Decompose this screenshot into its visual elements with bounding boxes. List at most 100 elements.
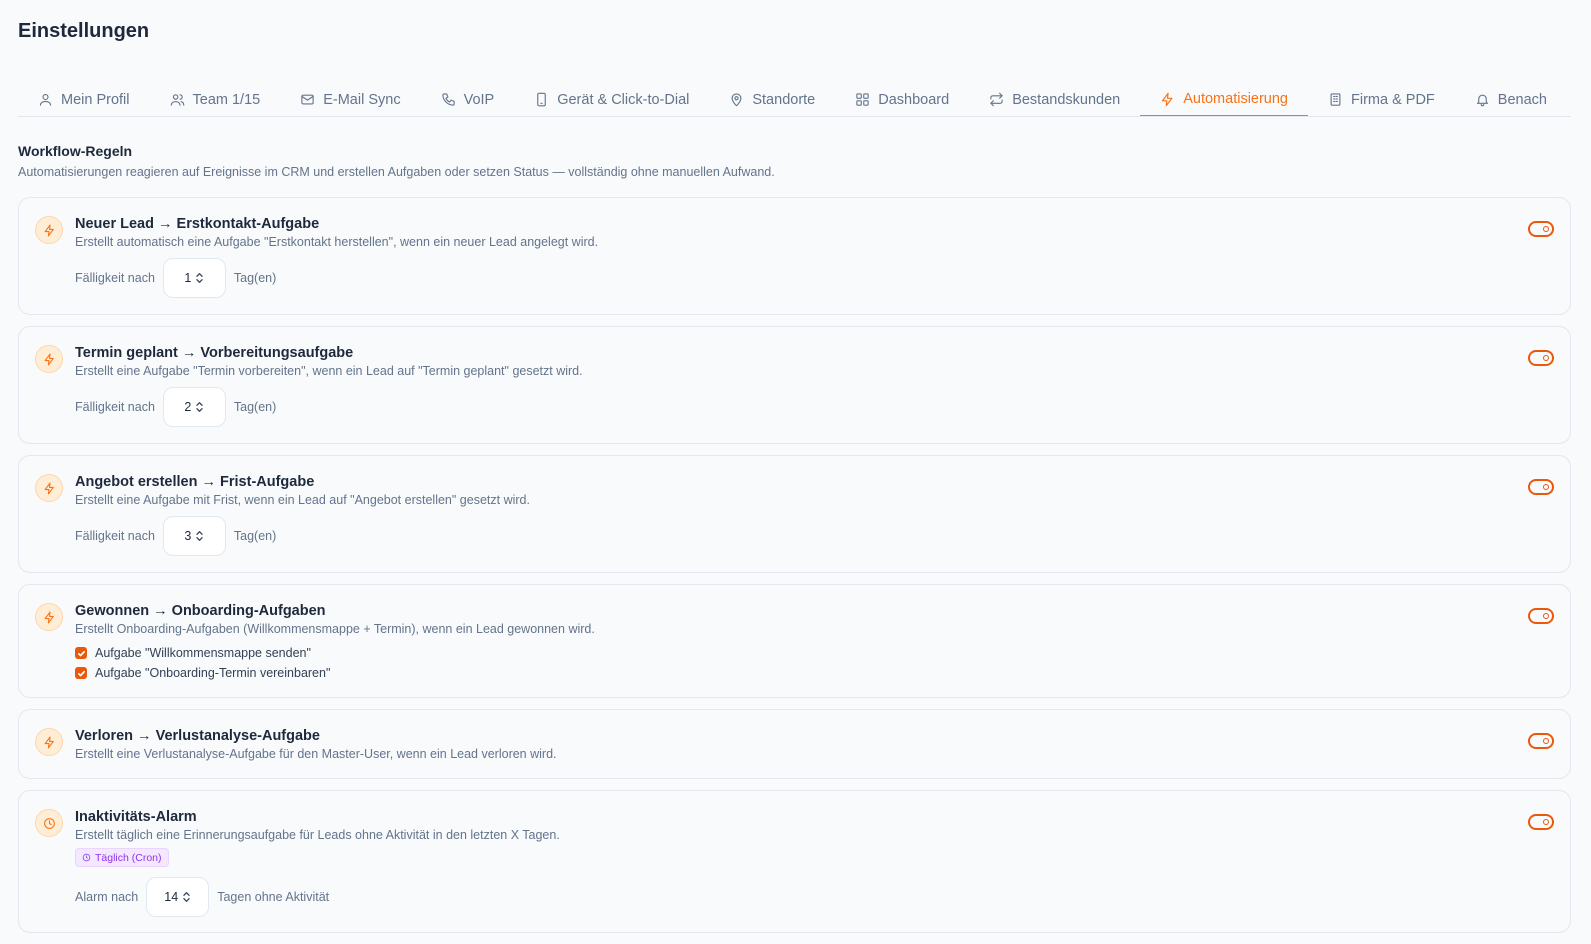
tab-label: Team 1/15 <box>192 91 261 108</box>
rule-description: Erstellt täglich eine Erinnerungsaufgabe… <box>75 828 560 842</box>
check-icon <box>77 670 85 676</box>
rule-description: Erstellt eine Aufgabe "Termin vorbereite… <box>75 364 583 378</box>
tab-label: E-Mail Sync <box>323 91 401 108</box>
tab-automatisierung[interactable]: Automatisierung <box>1140 78 1308 116</box>
rule-card-verloren: Verloren → Verlustanalyse-Aufgabe Erstel… <box>18 709 1571 779</box>
tab-label: Mein Profil <box>61 91 130 108</box>
cron-badge-label: Täglich (Cron) <box>95 851 162 864</box>
toggle-knob <box>1543 738 1549 744</box>
toggle-knob <box>1543 484 1549 490</box>
bell-icon <box>1476 94 1488 107</box>
rule-toggle[interactable] <box>1528 350 1554 366</box>
rule-toggle[interactable] <box>1528 814 1554 830</box>
tab-dashboard[interactable]: Dashboard <box>835 78 969 116</box>
check-row-willkommensmappe[interactable]: Aufgabe "Willkommensmappe senden" <box>75 646 311 660</box>
due-label: Fälligkeit nach <box>75 529 155 543</box>
smartphone-icon <box>537 92 547 107</box>
tab-label: Standorte <box>752 91 816 108</box>
rule-toggle[interactable] <box>1528 733 1554 749</box>
tab-label: VoIP <box>463 91 495 108</box>
rule-description: Erstellt automatisch eine Aufgabe "Erstk… <box>75 235 599 249</box>
rule-card-inaktivitaets-alarm: Inaktivitäts-Alarm Erstellt täglich eine… <box>18 790 1571 933</box>
alarm-days-stepper[interactable]: 14 <box>146 877 210 917</box>
tab-label: Dashboard <box>878 91 950 108</box>
clock-icon <box>35 809 63 837</box>
due-days-value: 3 <box>184 529 192 543</box>
zap-icon <box>35 474 63 502</box>
tab-bestandskunden[interactable]: Bestandskunden <box>969 78 1140 116</box>
toggle-knob <box>1543 613 1549 619</box>
due-days-stepper[interactable]: 3 <box>162 516 226 556</box>
tab-voip[interactable]: VoIP <box>421 78 515 116</box>
rule-card-gewonnen: Gewonnen → Onboarding-Aufgaben Erstellt … <box>18 584 1571 698</box>
tab-firma-pdf[interactable]: Firma & PDF <box>1308 78 1455 116</box>
due-label: Fälligkeit nach <box>75 271 155 285</box>
stepper-arrows-icon <box>196 273 204 283</box>
building-icon <box>1330 93 1341 106</box>
tab-mein-profil[interactable]: Mein Profil <box>18 78 150 116</box>
toggle-knob <box>1543 226 1549 232</box>
tab-label: Bestandskunden <box>1012 91 1121 108</box>
due-unit: Tag(en) <box>233 400 277 414</box>
rule-title: Gewonnen → Onboarding-Aufgaben <box>75 603 326 619</box>
due-days-stepper[interactable]: 2 <box>162 387 226 427</box>
rule-title: Inaktivitäts-Alarm <box>75 809 197 825</box>
zap-icon <box>35 728 63 756</box>
due-field-row: Fälligkeit nach 3 Tag(en) <box>75 516 276 556</box>
rule-description: Erstellt Onboarding-Aufgaben (Willkommen… <box>75 622 595 636</box>
rule-title: Verloren → Verlustanalyse-Aufgabe <box>75 728 320 744</box>
rule-title: Termin geplant → Vorbereitungsaufgabe <box>75 345 354 361</box>
phone-icon <box>441 93 455 106</box>
tab-geraet-click-to-dial[interactable]: Gerät & Click-to-Dial <box>514 78 709 116</box>
rule-toggle[interactable] <box>1528 608 1554 624</box>
zap-icon <box>35 345 63 373</box>
toggle-knob <box>1543 355 1549 361</box>
stepper-arrows-icon <box>196 402 204 412</box>
due-label: Fälligkeit nach <box>75 400 155 414</box>
checkbox-onboarding-termin[interactable] <box>75 667 87 679</box>
tab-team[interactable]: Team 1/15 <box>150 78 281 116</box>
rule-card-termin-geplant: Termin geplant → Vorbereitungsaufgabe Er… <box>18 326 1571 444</box>
rule-description: Erstellt eine Aufgabe mit Frist, wenn ei… <box>75 493 530 507</box>
tab-label: Gerät & Click-to-Dial <box>557 91 690 108</box>
rule-toggle[interactable] <box>1528 221 1554 237</box>
rule-toggle[interactable] <box>1528 479 1554 495</box>
map-pin-icon <box>731 93 742 107</box>
check-label: Aufgabe "Onboarding-Termin vereinbaren" <box>95 666 331 680</box>
due-field-row: Fälligkeit nach 1 Tag(en) <box>75 258 276 298</box>
check-icon <box>77 650 85 656</box>
stepper-arrows-icon <box>196 531 204 541</box>
zap-icon <box>35 603 63 631</box>
check-row-onboarding-termin[interactable]: Aufgabe "Onboarding-Termin vereinbaren" <box>75 666 330 680</box>
rule-card-neuer-lead: Neuer Lead → Erstkontakt-Aufgabe Erstell… <box>18 197 1571 315</box>
rule-description: Erstellt eine Verlustanalyse-Aufgabe für… <box>75 747 557 761</box>
tab-benachrichtigungen[interactable]: Benach <box>1455 78 1567 116</box>
rule-card-angebot-erstellen: Angebot erstellen → Frist-Aufgabe Erstel… <box>18 455 1571 573</box>
tab-label: Automatisierung <box>1183 91 1288 107</box>
tab-label: Firma & PDF <box>1351 91 1435 108</box>
section-title: Workflow-Regeln <box>18 143 133 159</box>
due-days-value: 1 <box>184 271 192 285</box>
settings-tabs: Mein Profil Team 1/15 E-Mail Sync VoIP G… <box>18 78 1571 117</box>
toggle-knob <box>1543 819 1549 825</box>
user-icon <box>39 93 52 106</box>
users-icon <box>170 94 184 106</box>
check-label: Aufgabe "Willkommensmappe senden" <box>95 646 311 660</box>
due-field-row: Fälligkeit nach 2 Tag(en) <box>75 387 276 427</box>
due-days-value: 2 <box>184 400 192 414</box>
dashboard-grid-icon <box>856 93 869 106</box>
tab-standorte[interactable]: Standorte <box>709 78 835 116</box>
alarm-days-value: 14 <box>164 890 179 904</box>
tab-label: Benach <box>1497 91 1547 108</box>
checkbox-willkommensmappe[interactable] <box>75 647 87 659</box>
cron-badge: Täglich (Cron) <box>75 848 169 867</box>
mail-icon <box>301 94 314 105</box>
zap-icon <box>35 216 63 244</box>
repeat-icon <box>990 92 1003 107</box>
zap-icon <box>1162 92 1173 106</box>
alarm-field-row: Alarm nach 14 Tagen ohne Aktivität <box>75 877 329 917</box>
alarm-unit: Tagen ohne Aktivität <box>217 890 330 904</box>
due-days-stepper[interactable]: 1 <box>162 258 226 298</box>
page-title: Einstellungen <box>18 20 150 42</box>
tab-email-sync[interactable]: E-Mail Sync <box>280 78 420 116</box>
